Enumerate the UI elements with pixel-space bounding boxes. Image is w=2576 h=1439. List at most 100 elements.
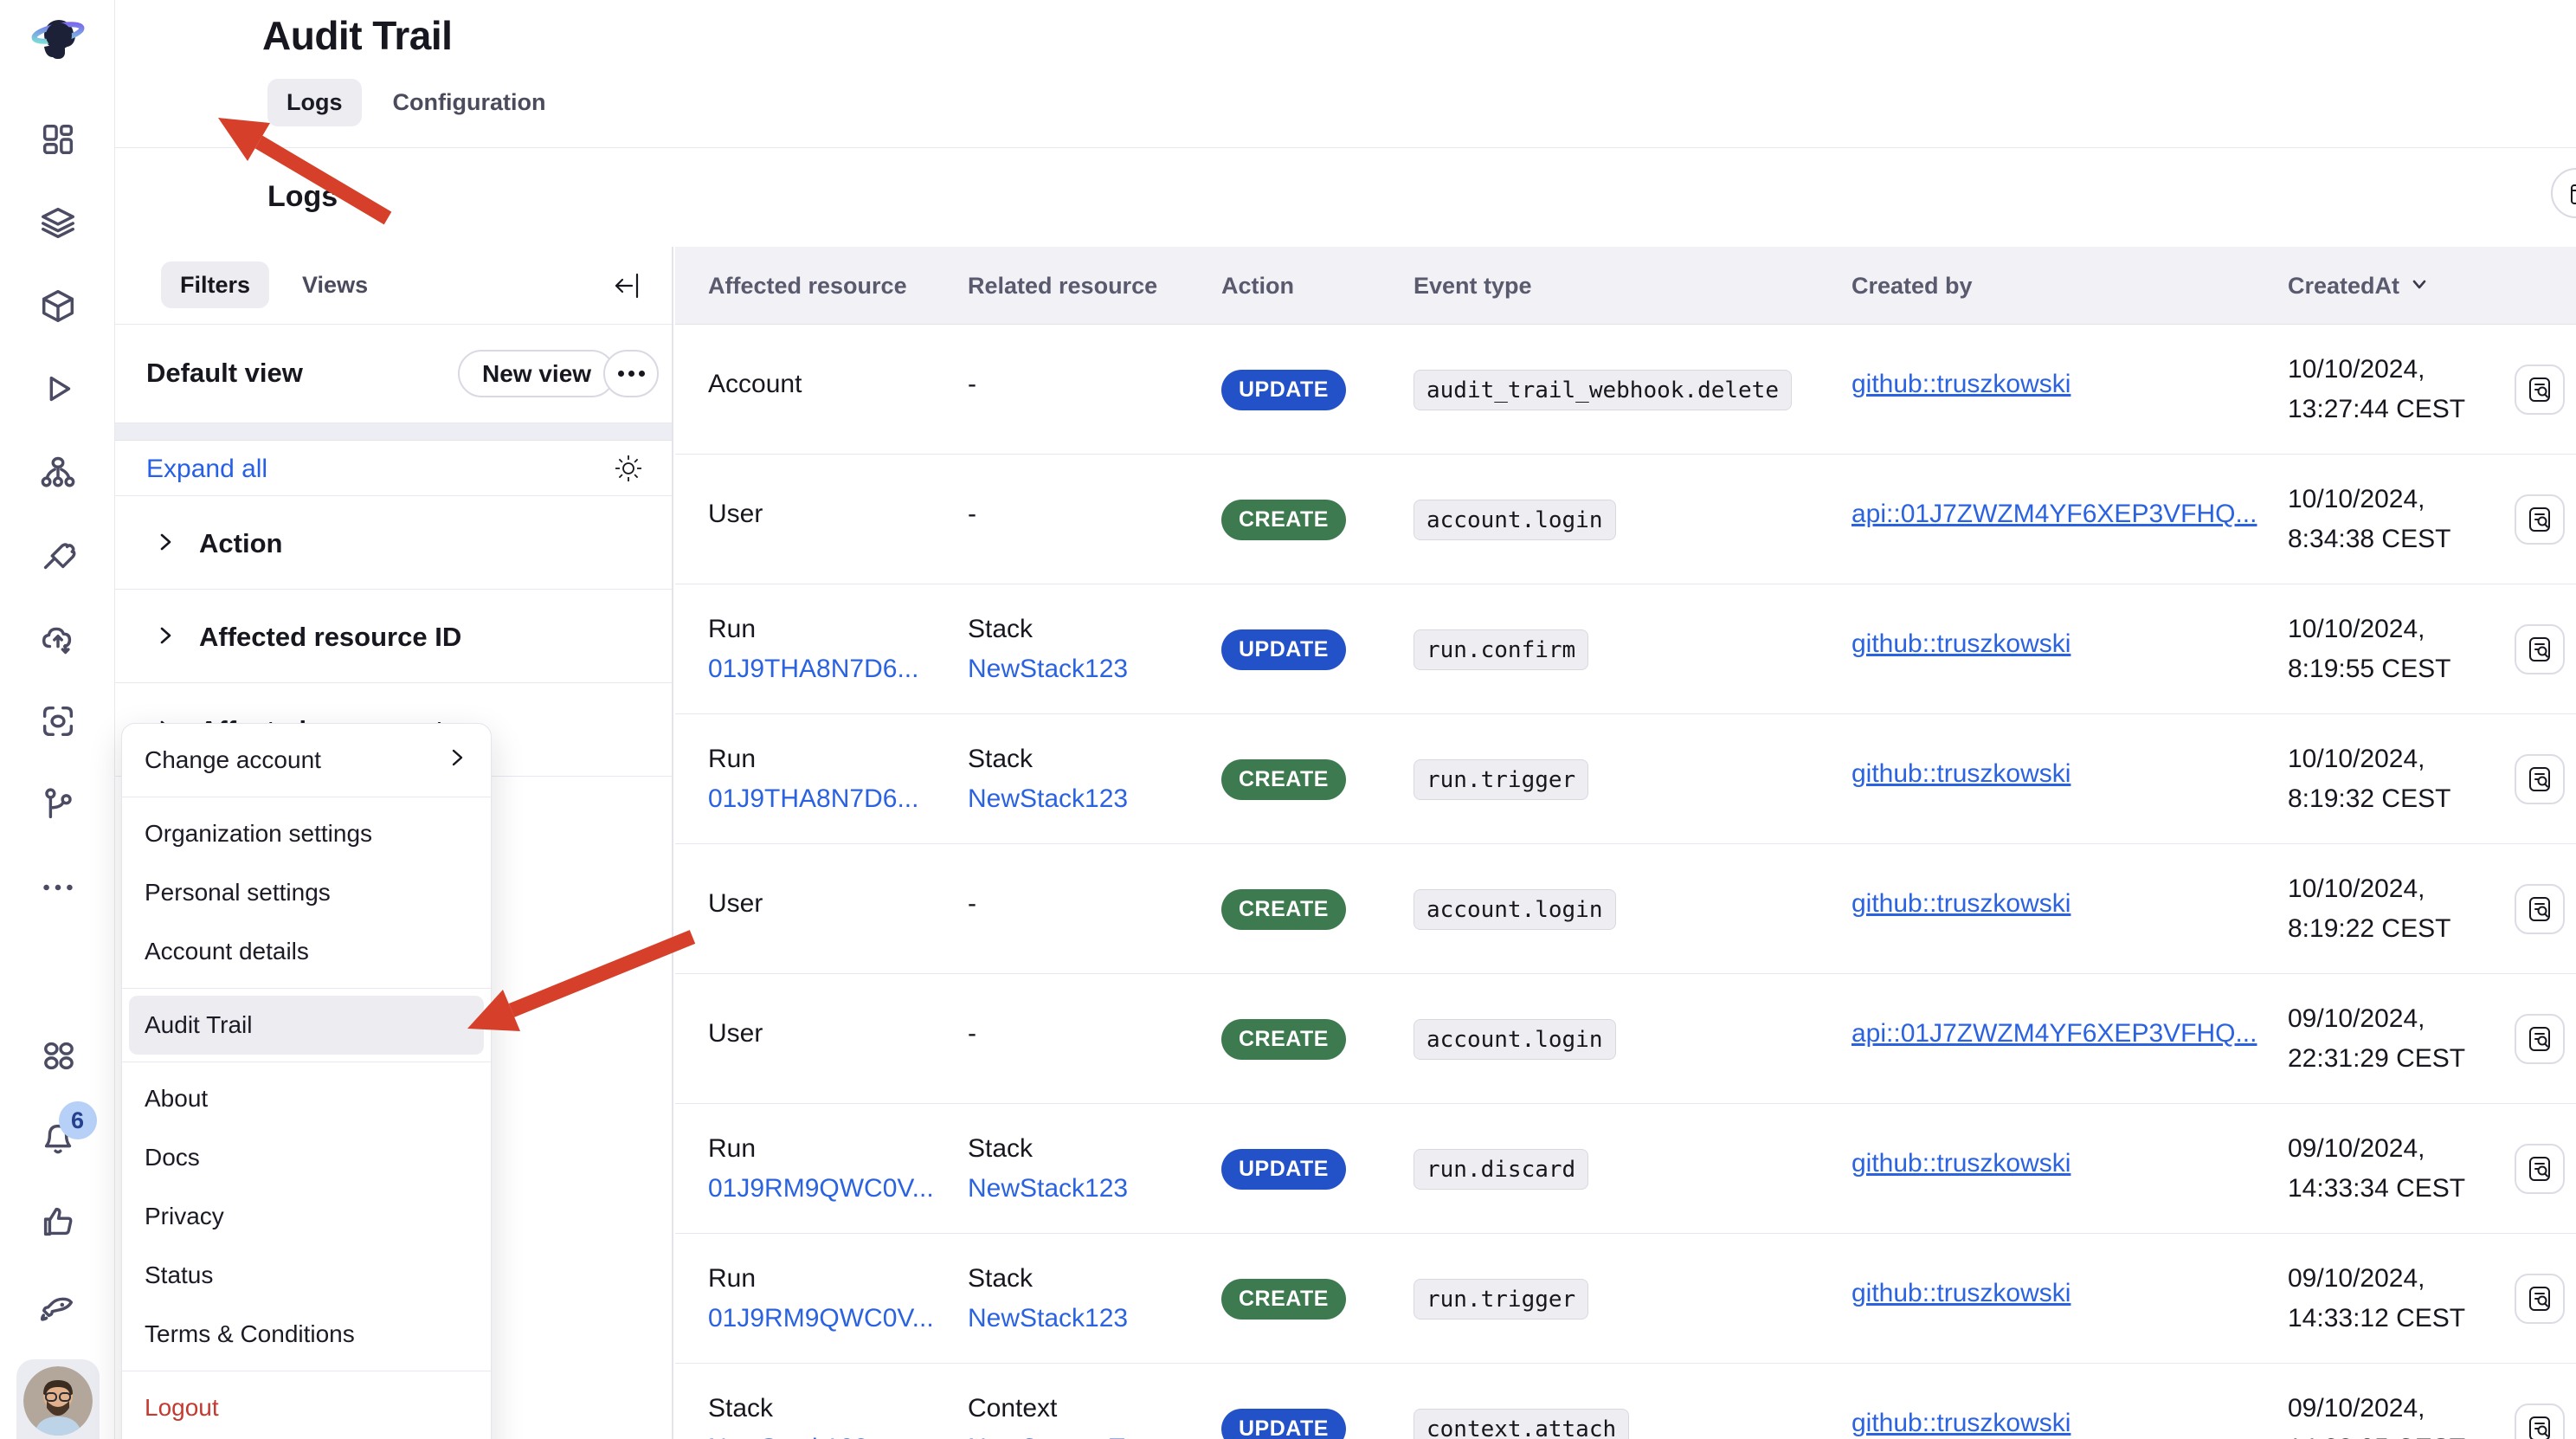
sidebar-item-four-circles[interactable] [31,1029,85,1082]
sidebar-item-layers[interactable] [31,196,85,249]
layers-icon [38,203,78,242]
view-log-details-button[interactable] [2515,624,2565,674]
audit-logs-table: Affected resource Related resource Actio… [675,247,2576,1439]
filters-panel-header: Filters Views [115,247,672,325]
sidebar-item-cloud-sync[interactable] [31,611,85,665]
notification-count-badge: 6 [59,1101,97,1139]
col-created-by: Created by [1852,247,1973,325]
view-log-details-button[interactable] [2515,884,2565,934]
created-at: 10/10/2024,13:27:44 CEST [2288,350,2465,429]
menu-item-docs[interactable]: Docs [122,1128,491,1187]
menu-item-organization-settings[interactable]: Organization settings [122,804,491,863]
sidebar-item-ellipsis[interactable] [31,861,85,914]
page-title: Audit Trail [262,12,452,59]
view-log-details-button[interactable] [2515,494,2565,545]
sidebar-item-bell[interactable]: 6 [31,1112,85,1165]
sidebar-item-rocket[interactable] [31,1278,85,1332]
gear-icon[interactable] [613,453,644,484]
tab-logs[interactable]: Logs [267,79,362,126]
grid-dashboard-icon [38,119,78,159]
log-search-icon [2526,895,2553,923]
menu-item-account-details[interactable]: Account details [122,922,491,981]
action-badge: CREATE [1221,889,1346,930]
sidebar-item-cube[interactable] [31,279,85,332]
view-log-details-button[interactable] [2515,754,2565,804]
filter-section-affected-resource-id[interactable]: Affected resource ID [115,590,672,683]
created-by-link: github::truszkowski [1852,1149,2070,1178]
expand-all-row: Expand all [115,441,672,496]
affected-resource-cell: Run01J9RM9QWC0V... [708,1129,934,1209]
cloud-sync-icon [38,618,78,658]
created-by-link: github::truszkowski [1852,759,2070,789]
view-log-details-button[interactable] [2515,1144,2565,1194]
collapse-panel-icon[interactable] [611,269,644,302]
account-menu: Change account Organization settingsPerso… [121,723,492,1439]
new-view-button[interactable]: New view [458,350,615,397]
spacelift-logo-icon[interactable] [29,12,87,71]
expand-all-link[interactable]: Expand all [146,455,267,484]
menu-item-logout[interactable]: Logout [122,1378,491,1437]
col-event-type: Event type [1414,247,1532,325]
menu-item-label: Terms & Conditions [145,1320,355,1348]
audit-trail-page: 6 Audit Trail Logs Configuration Logs [0,0,2576,1439]
plane-icon [38,535,78,575]
page-tabs: Logs Configuration [267,79,564,126]
col-action: Action [1221,247,1294,325]
user-avatar[interactable] [16,1359,100,1439]
tab-views[interactable]: Views [283,261,387,308]
created-by-link: github::truszkowski [1852,370,2070,399]
sidebar-item-plane[interactable] [31,528,85,582]
view-log-details-button[interactable] [2515,1014,2565,1064]
sidebar-item-git-branch[interactable] [31,778,85,831]
menu-item-personal-settings[interactable]: Personal settings [122,863,491,922]
table-header-row: Affected resource Related resource Actio… [675,247,2576,325]
thumbs-up-icon [38,1202,78,1242]
sidebar-item-grid-dashboard[interactable] [31,113,85,166]
menu-item-privacy[interactable]: Privacy [122,1187,491,1246]
related-resource-cell: - [968,889,976,919]
menu-item-terms-conditions[interactable]: Terms & Conditions [122,1305,491,1364]
menu-item-label: Audit Trail [145,1011,253,1039]
view-more-options-button[interactable] [603,350,659,397]
view-log-details-button[interactable] [2515,1404,2565,1439]
filter-section-action[interactable]: Action [115,496,672,590]
affected-resource-cell: User [708,889,763,919]
col-affected-resource: Affected resource [708,247,907,325]
menu-item-change-account[interactable]: Change account [122,731,491,790]
col-created-at[interactable]: CreatedAt [2288,247,2429,325]
filter-section-label: Affected resource ID [199,622,461,653]
table-row: Run01J9THA8N7D6... StackNewStack123 CREA… [675,714,2576,844]
event-type-chip: context.attach [1414,1409,1629,1439]
affected-resource-cell: StackNewStack123 [708,1389,868,1439]
sidebar-item-play[interactable] [31,362,85,416]
table-row: Account - UPDATE audit_trail_webhook.del… [675,325,2576,455]
sidebar-item-hierarchy[interactable] [31,445,85,499]
created-by-link: api::01J7ZWZM4YF6XEP3VFHQ... [1852,500,2257,529]
menu-item-status[interactable]: Status [122,1246,491,1305]
sidebar-item-thumbs-up[interactable] [31,1195,85,1249]
created-at: 10/10/2024,8:19:32 CEST [2288,739,2450,819]
view-log-details-button[interactable] [2515,1274,2565,1324]
tab-filters[interactable]: Filters [161,261,269,308]
related-resource-cell: StackNewStack123 [968,1129,1128,1209]
event-type-chip: account.login [1414,889,1616,930]
action-badge: UPDATE [1221,1149,1346,1190]
table-row: StackNewStack123 ContextNewContextTest U… [675,1364,2576,1439]
event-type-chip: account.login [1414,1019,1616,1060]
page-header: Audit Trail Logs Configuration [115,0,2576,148]
tab-configuration[interactable]: Configuration [374,79,565,126]
log-search-icon [2526,1025,2553,1053]
related-resource-cell: StackNewStack123 [968,1259,1128,1339]
log-search-icon [2526,376,2553,403]
action-badge: CREATE [1221,500,1346,540]
related-resource-cell: - [968,1019,976,1049]
event-type-chip: account.login [1414,500,1616,540]
cube-icon [38,286,78,326]
sidebar-item-focus-scan[interactable] [31,694,85,748]
menu-item-audit-trail[interactable]: Audit Trail [129,996,484,1055]
event-type-chip: run.trigger [1414,759,1588,800]
view-log-details-button[interactable] [2515,365,2565,415]
date-range-button[interactable]: 14 days [2551,168,2576,218]
menu-item-about[interactable]: About [122,1069,491,1128]
rocket-icon [38,1285,78,1325]
